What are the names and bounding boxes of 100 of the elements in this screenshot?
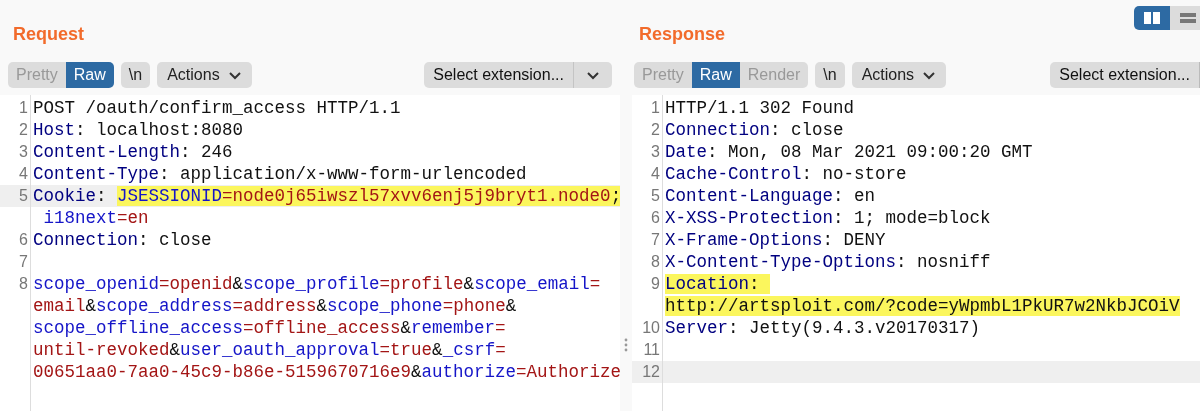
view-tab[interactable]: Raw [65,62,114,88]
line-number: 6 [651,209,660,226]
pane-title: Request [13,24,84,45]
code-token: Date [665,142,707,162]
code-token: X-Frame-Options [665,230,823,250]
code-token: & [411,362,422,382]
line-number: 5 [19,187,28,204]
code-token: scope_profile [243,274,380,294]
code-token: HTTP/1.1 302 Found [665,98,855,118]
line-number: 1 [19,99,28,116]
code-token: & [463,274,475,294]
line-number: 5 [651,187,660,204]
code-token: Location [665,274,749,294]
line-number: 1 [651,99,660,116]
line-number: 2 [19,121,28,138]
code-token: Content-Type [33,164,160,184]
code-token: = [495,318,506,338]
caret-icon [922,70,937,80]
code-token: =openid [159,274,233,294]
rows-layout-button[interactable] [1170,6,1200,30]
caret-icon [586,70,600,80]
code-token: =en [117,208,149,228]
code-token: =address [232,296,317,316]
code-token: : no-store [801,164,907,184]
actions-button[interactable]: Actions [157,62,252,88]
pane-title: Response [639,24,726,45]
line-number: 9 [651,275,660,292]
code-token: : close [138,230,212,250]
line-number: 4 [19,165,28,182]
code-token: Host [33,120,75,140]
code-token: scope_address [96,296,233,316]
code-token: Cookie [33,186,96,206]
code-token: & [232,274,244,294]
code-token: & [169,340,181,360]
code-token: : [749,274,771,294]
view-tab[interactable]: Raw [691,62,740,88]
code-token: : 1; mode=block [833,208,991,228]
code-token: = [589,274,601,294]
code-token: & [85,296,97,316]
code-token: X-XSS-Protection [665,208,834,228]
code-token: _csrf [442,340,496,360]
code-token: POST /oauth/confirm_access HTTP/1.1 [33,98,401,118]
code-token: : Mon, 08 Mar 2021 09:00:20 GMT [707,142,1033,162]
code-token: remember [411,318,496,338]
newline-button[interactable]: \n [120,62,151,88]
line-number: 7 [19,253,28,270]
code-token: Content-Language [665,186,834,206]
code-token: email [33,296,86,316]
code-token: scope_offline_access [33,318,244,338]
code-token: : [96,186,108,206]
line-number: 8 [19,275,28,292]
newline-button[interactable]: \n [815,62,845,88]
line-number: 6 [19,231,28,248]
code-token: & [400,318,412,338]
code-token: until-revoked [33,340,170,360]
code-token: =true [379,340,433,360]
code-token: scope_openid [33,274,160,294]
code-token: & [316,296,328,316]
code-token: : application/x-www-form-urlencoded [159,164,527,184]
caret-icon [227,70,242,80]
code-token: Server [665,318,728,338]
actions-button[interactable]: Actions [851,62,947,88]
code-token: : DENY [822,230,886,250]
code-token: http://artsploit.com/?code=yWpmbL1PkUR7w2NkbJCOiV [665,296,1180,316]
code-token: : 246 [180,142,233,162]
code-token: : Jetty(9.4.3.v20170317) [728,318,981,338]
line-number: 8 [651,253,660,270]
columns-icon [1143,11,1161,25]
code-token: JSESSIONID [117,186,223,206]
code-token: =Authorize [516,362,620,382]
code-token: i18next [42,208,117,228]
code-token: =profile [379,274,464,294]
code-token: = [495,340,506,360]
code-token: =offline_access [243,318,401,338]
columns-layout-button[interactable] [1134,6,1170,30]
code-token: =phone [442,296,506,316]
drag-handle-icon[interactable] [624,338,628,352]
code-token: 00651aa0-7aa0-45c9-b86e-5159670716e9 [33,362,412,382]
line-number: 12 [642,363,660,380]
line-number: 3 [19,143,28,160]
code-token: Connection [665,120,771,140]
code-token: =node0j65iwszl57xvv6enj5j9bryt1.node0 [222,186,611,206]
code-token: user_oauth_approval [180,340,380,360]
extension-select[interactable]: Select extension... [1050,62,1200,88]
code-token: scope_phone [327,296,443,316]
extension-select[interactable]: Select extension... [424,62,612,88]
code-token: : localhost:8080 [75,120,244,140]
rows-icon [1179,11,1197,25]
line-number: 7 [651,231,660,248]
code-token: X-Content-Type-Options [665,252,897,272]
code-token: : nosniff [896,252,991,272]
code-token: authorize [421,362,517,382]
line-number: 11 [643,341,660,358]
line-number: 3 [651,143,660,160]
code-token: Content-Length [33,142,181,162]
code-token: & [505,296,517,316]
code-token: scope_email [474,274,590,294]
line-number: 2 [651,121,660,138]
code-token: Cache-Control [665,164,802,184]
code-token: : en [833,186,876,206]
